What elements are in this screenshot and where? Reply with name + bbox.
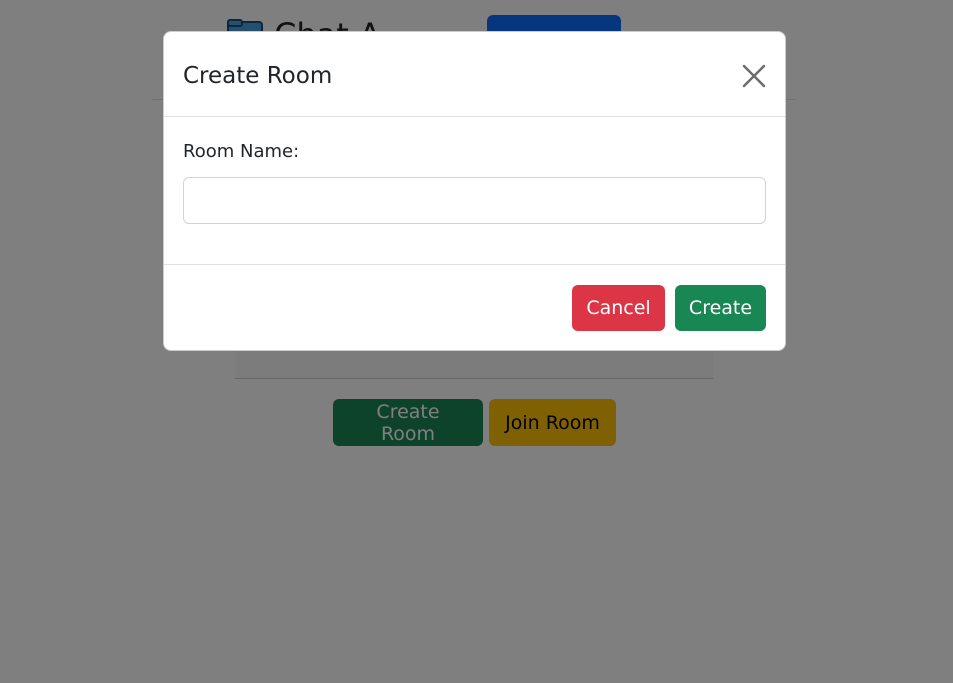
room-name-input[interactable] [183,177,766,224]
close-icon [741,63,767,89]
create-button[interactable]: Create [675,285,766,331]
close-button[interactable] [741,63,767,89]
create-room-modal: Create Room Room Name: Cancel Create [163,31,786,351]
modal-header: Create Room [164,32,785,117]
room-name-label: Room Name: [183,141,300,162]
modal-footer: Cancel Create [164,265,785,350]
modal-title: Create Room [183,63,333,89]
modal-body: Room Name: [164,117,785,265]
cancel-button[interactable]: Cancel [572,285,665,331]
